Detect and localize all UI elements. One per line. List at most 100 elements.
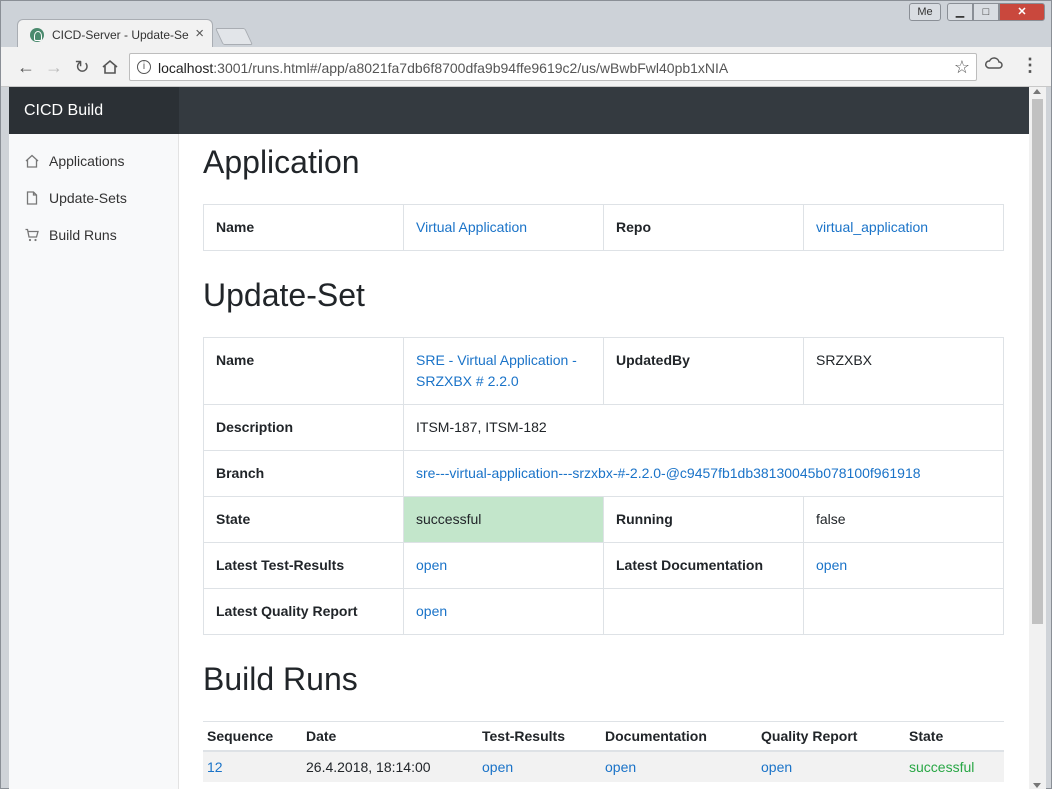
- sidebar-item-label: Applications: [49, 153, 125, 169]
- close-window-button[interactable]: ✕: [999, 3, 1045, 21]
- us-state-label: State: [203, 496, 404, 543]
- col-documentation[interactable]: Documentation: [601, 721, 757, 752]
- app-favicon-icon: [30, 28, 44, 42]
- forward-arrow-icon[interactable]: →: [43, 56, 65, 78]
- us-branch-link[interactable]: sre---virtual-application---srzxbx-#-2.2…: [416, 465, 921, 481]
- table-row: Latest Quality Report open: [203, 588, 1004, 635]
- us-name-cell: SRE - Virtual Application - SRZXBX # 2.2…: [403, 337, 604, 405]
- tab-close-icon[interactable]: ×: [195, 26, 204, 42]
- table-row: Name Virtual Application Repo virtual_ap…: [203, 204, 1004, 251]
- us-state-value: successful: [403, 496, 604, 543]
- info-icon[interactable]: i: [137, 60, 151, 74]
- run-sequence-link[interactable]: 12: [207, 759, 223, 775]
- run-test-results-link[interactable]: open: [482, 759, 513, 775]
- table-row: Branch sre---virtual-application---srzxb…: [203, 450, 1004, 497]
- us-updatedby-value: SRZXBX: [803, 337, 1004, 405]
- cart-icon: [25, 228, 39, 242]
- run-date: 26.4.2018, 18:14:00: [302, 751, 478, 782]
- us-branch-cell: sre---virtual-application---srzxbx-#-2.2…: [403, 450, 1004, 497]
- us-documentation-label: Latest Documentation: [603, 542, 804, 589]
- run-state: successful: [905, 751, 1004, 782]
- us-test-results-label: Latest Test-Results: [203, 542, 404, 589]
- cloud-icon[interactable]: [985, 56, 1003, 75]
- minimize-button[interactable]: ▁: [947, 3, 973, 21]
- run-documentation-link[interactable]: open: [605, 759, 636, 775]
- tab-title: CICD-Server - Update-Se: [52, 28, 189, 42]
- us-test-results-cell: open: [403, 542, 604, 589]
- us-description-value: ITSM-187, ITSM-182: [403, 404, 1004, 451]
- us-quality-cell: open: [403, 588, 604, 635]
- col-date[interactable]: Date: [302, 721, 478, 752]
- col-sequence[interactable]: Sequence: [203, 721, 302, 752]
- us-quality-label: Latest Quality Report: [203, 588, 404, 635]
- build-runs-table: Sequence Date Test-Results Documentation…: [203, 721, 1004, 782]
- page-scrollbar[interactable]: [1029, 87, 1046, 789]
- application-table: Name Virtual Application Repo virtual_ap…: [203, 204, 1004, 251]
- col-quality-report[interactable]: Quality Report: [757, 721, 905, 752]
- app-name-cell: Virtual Application: [403, 204, 604, 251]
- us-quality-link[interactable]: open: [416, 603, 447, 619]
- tab-strip: CICD-Server - Update-Se × Me ▁ □ ✕: [1, 1, 1051, 49]
- col-state[interactable]: State: [905, 721, 1004, 752]
- build-runs-heading: Build Runs: [203, 661, 358, 697]
- table-row: Latest Test-Results open Latest Document…: [203, 542, 1004, 589]
- run-quality-cell: open: [757, 751, 905, 782]
- empty-cell: [803, 588, 1004, 635]
- run-documentation-cell: open: [601, 751, 757, 782]
- run-sequence-cell: 12: [203, 751, 302, 782]
- maximize-button[interactable]: □: [973, 3, 999, 21]
- us-branch-label: Branch: [203, 450, 404, 497]
- us-updatedby-label: UpdatedBy: [603, 337, 804, 405]
- scroll-down-arrow-icon[interactable]: [1033, 783, 1041, 788]
- table-row[interactable]: 12 26.4.2018, 18:14:00 open open open su…: [203, 751, 1004, 782]
- us-running-label: Running: [603, 496, 804, 543]
- browser-window: CICD-Server - Update-Se × Me ▁ □ ✕ ← → ↻…: [0, 0, 1052, 789]
- profile-button[interactable]: Me: [909, 3, 941, 21]
- us-documentation-link[interactable]: open: [816, 557, 847, 573]
- address-bar[interactable]: i localhost:3001/runs.html#/app/a8021fa7…: [129, 53, 977, 81]
- browser-tab[interactable]: CICD-Server - Update-Se ×: [17, 19, 213, 49]
- bookmark-star-icon[interactable]: ☆: [954, 57, 970, 78]
- sidebar-item-update-sets[interactable]: Update-Sets: [9, 183, 179, 213]
- app-repo-cell: virtual_application: [803, 204, 1004, 251]
- us-running-value: false: [803, 496, 1004, 543]
- file-icon: [25, 191, 39, 205]
- update-set-heading: Update-Set: [203, 277, 365, 313]
- scrollbar-thumb[interactable]: [1032, 99, 1043, 624]
- sidebar-item-label: Update-Sets: [49, 190, 127, 206]
- top-navbar: CICD Build: [9, 87, 1029, 134]
- sidebar-item-build-runs[interactable]: Build Runs: [9, 220, 179, 250]
- empty-cell: [603, 588, 804, 635]
- us-name-link[interactable]: SRE - Virtual Application - SRZXBX # 2.2…: [416, 352, 577, 389]
- scroll-up-arrow-icon[interactable]: [1033, 89, 1041, 94]
- app-name-label: Name: [203, 204, 404, 251]
- application-heading: Application: [203, 144, 360, 180]
- app-repo-label: Repo: [603, 204, 804, 251]
- sidebar-item-label: Build Runs: [49, 227, 117, 243]
- us-description-label: Description: [203, 404, 404, 451]
- table-header-row: Sequence Date Test-Results Documentation…: [203, 721, 1004, 752]
- app-repo-link[interactable]: virtual_application: [816, 219, 928, 235]
- menu-kebab-icon[interactable]: ⋮: [1021, 55, 1039, 76]
- table-row: Description ITSM-187, ITSM-182: [203, 404, 1004, 451]
- us-documentation-cell: open: [803, 542, 1004, 589]
- run-test-results-cell: open: [478, 751, 601, 782]
- url-text[interactable]: localhost:3001/runs.html#/app/a8021fa7db…: [158, 60, 728, 76]
- app-name-link[interactable]: Virtual Application: [416, 219, 527, 235]
- web-page: CICD Build Applications Update-Sets Buil…: [9, 87, 1029, 789]
- home-icon[interactable]: [99, 56, 121, 78]
- brand-link[interactable]: CICD Build: [9, 87, 179, 134]
- new-tab-button[interactable]: [215, 28, 253, 45]
- run-quality-link[interactable]: open: [761, 759, 792, 775]
- update-set-table: Name SRE - Virtual Application - SRZXBX …: [203, 337, 1004, 635]
- table-row: Name SRE - Virtual Application - SRZXBX …: [203, 337, 1004, 405]
- back-arrow-icon[interactable]: ←: [15, 56, 37, 78]
- col-test-results[interactable]: Test-Results: [478, 721, 601, 752]
- sidebar-item-applications[interactable]: Applications: [9, 146, 179, 176]
- table-row: State successful Running false: [203, 496, 1004, 543]
- us-test-results-link[interactable]: open: [416, 557, 447, 573]
- home-icon: [25, 154, 39, 168]
- sidebar: Applications Update-Sets Build Runs: [9, 134, 179, 789]
- browser-toolbar: ← → ↻ i localhost:3001/runs.html#/app/a8…: [1, 47, 1051, 87]
- reload-icon[interactable]: ↻: [71, 56, 93, 78]
